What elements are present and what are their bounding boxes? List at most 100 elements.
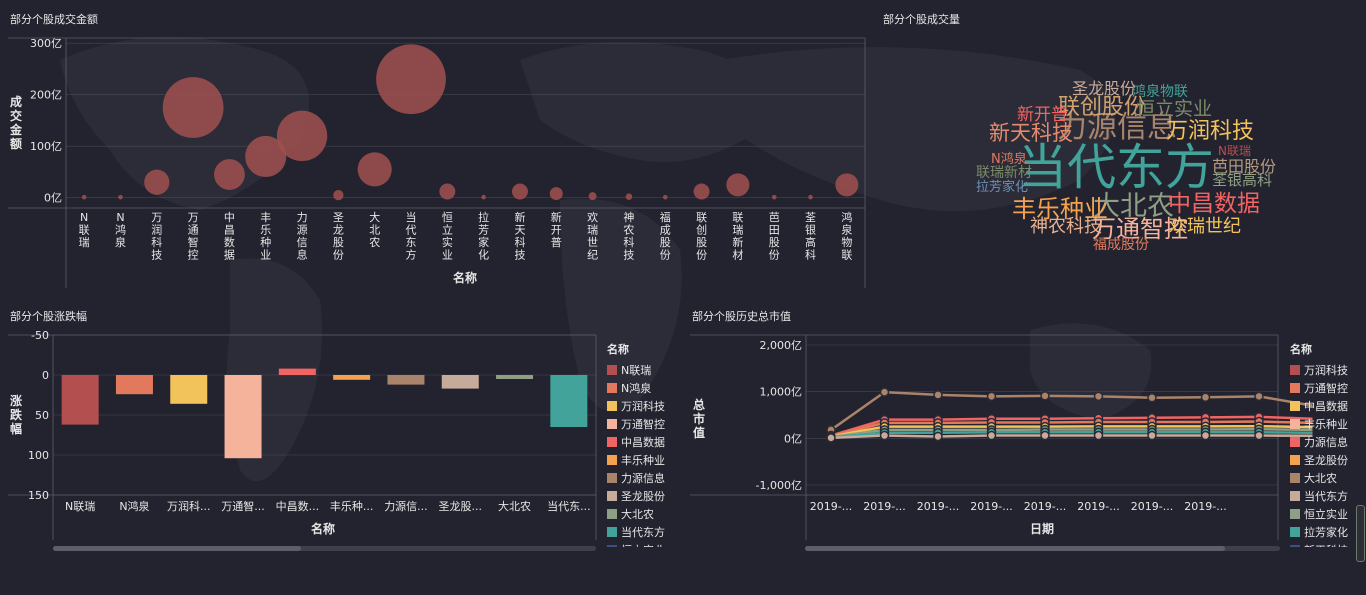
amount-bubble[interactable] (439, 183, 456, 200)
amount-bubble[interactable] (625, 193, 633, 200)
word-cloud-item[interactable]: 神农科技 (1030, 218, 1102, 236)
market-series-line[interactable] (830, 434, 1313, 440)
market-legend-swatch[interactable] (1290, 401, 1300, 411)
amount-bubble[interactable] (588, 192, 597, 201)
market-legend-swatch[interactable] (1290, 383, 1300, 393)
market-legend-label[interactable]: 万通智控 (1304, 381, 1348, 395)
word-cloud-item[interactable]: 欢瑞世纪 (1169, 218, 1241, 236)
word-cloud-item[interactable]: N联瑞 (1218, 145, 1251, 157)
amount-bubble[interactable] (808, 194, 813, 200)
word-cloud-item[interactable]: 万润科技 (1166, 121, 1254, 143)
market-point[interactable] (1093, 391, 1104, 402)
market-legend-swatch[interactable] (1290, 527, 1300, 537)
change-legend-swatch[interactable] (607, 419, 617, 429)
amount-bubble[interactable] (726, 173, 750, 197)
market-legend-label[interactable]: 大北农 (1304, 471, 1337, 485)
change-chart-scrollbar[interactable] (53, 546, 596, 551)
change-legend-label[interactable]: 万通智控 (621, 417, 665, 431)
change-legend-label[interactable]: 力源信息 (621, 471, 665, 485)
change-legend-label[interactable]: 圣龙股份 (621, 490, 665, 503)
market-point[interactable] (1254, 391, 1264, 402)
market-legend-label[interactable]: 丰乐种业 (1304, 417, 1348, 431)
market-legend-label[interactable]: 万润科技 (1304, 363, 1348, 377)
market-point[interactable] (1040, 430, 1050, 441)
market-legend-swatch[interactable] (1290, 437, 1300, 447)
market-point[interactable] (1200, 392, 1211, 403)
amount-bubble[interactable] (481, 194, 486, 200)
market-chart-scrollbar[interactable] (805, 546, 1280, 551)
amount-bubble[interactable] (835, 173, 859, 197)
word-cloud-item[interactable]: 鸿泉物联 (1132, 85, 1188, 99)
change-bar[interactable] (496, 375, 534, 379)
change-bar[interactable] (441, 375, 479, 389)
change-legend-swatch[interactable] (607, 509, 617, 519)
amount-bubble[interactable] (357, 152, 392, 187)
change-legend-label[interactable]: 当代东方 (621, 525, 665, 539)
change-bar[interactable] (387, 375, 425, 385)
change-legend-swatch[interactable] (607, 545, 617, 547)
market-legend-label[interactable]: 力源信息 (1304, 435, 1348, 449)
change-bar[interactable] (224, 375, 262, 459)
amount-bubble[interactable] (144, 169, 170, 195)
change-bar[interactable] (170, 375, 208, 404)
word-cloud-item[interactable]: 荃银高科 (1212, 173, 1272, 188)
change-legend-label[interactable]: 中昌数据 (621, 435, 665, 449)
market-legend-label[interactable]: 恒立实业 (1304, 507, 1348, 521)
change-bar[interactable] (550, 375, 588, 427)
change-legend-swatch[interactable] (607, 473, 617, 483)
market-legend-label[interactable]: 当代东方 (1304, 489, 1348, 503)
word-cloud-item[interactable]: 联创股份 (1058, 97, 1146, 119)
change-legend-swatch[interactable] (607, 437, 617, 447)
change-legend-label[interactable]: 万润科技 (621, 399, 665, 413)
word-cloud-item[interactable]: 中昌数据 (1168, 193, 1260, 216)
word-cloud-item[interactable]: 新天科技 (989, 123, 1073, 144)
word-cloud-item[interactable]: 福成股份 (1093, 238, 1149, 252)
market-legend-swatch[interactable] (1290, 473, 1300, 483)
amount-bubble[interactable] (376, 44, 446, 115)
word-cloud-item[interactable]: 圣龙股份 (1072, 81, 1136, 97)
market-legend-label[interactable]: 拉芳家化 (1304, 525, 1348, 539)
word-cloud-item[interactable]: 新开普 (1017, 107, 1068, 124)
market-point[interactable] (1147, 430, 1157, 441)
change-legend-label[interactable]: N鸿泉 (621, 381, 651, 395)
amount-bubble[interactable] (549, 187, 563, 201)
change-bar[interactable] (333, 375, 371, 380)
change-bar[interactable] (115, 375, 153, 395)
legend-scrollbar[interactable] (1356, 505, 1365, 562)
market-point[interactable] (933, 431, 943, 442)
amount-bubble[interactable] (214, 159, 245, 190)
market-scroll-thumb[interactable] (805, 546, 1225, 551)
change-bar[interactable] (278, 368, 316, 375)
amount-bubble[interactable] (662, 194, 668, 200)
amount-bubble[interactable] (162, 77, 224, 138)
market-point[interactable] (1093, 430, 1104, 441)
amount-bubble[interactable] (81, 194, 87, 200)
market-legend-swatch[interactable] (1290, 491, 1300, 501)
change-legend-swatch[interactable] (607, 527, 617, 537)
market-legend-swatch[interactable] (1290, 509, 1300, 519)
market-point[interactable] (986, 391, 997, 402)
word-cloud-item[interactable]: 当代东方 (1018, 143, 1214, 192)
change-legend-label[interactable]: 恒立实业 (621, 543, 665, 547)
change-legend-swatch[interactable] (607, 401, 617, 411)
word-cloud-item[interactable]: 恒立实业 (1136, 100, 1212, 119)
change-legend-swatch[interactable] (607, 455, 617, 465)
market-series-line[interactable] (830, 390, 1313, 431)
change-legend-label[interactable]: 大北农 (621, 507, 654, 521)
market-legend-swatch[interactable] (1290, 419, 1300, 429)
change-legend-label[interactable]: N联瑞 (621, 363, 651, 377)
market-point[interactable] (1147, 392, 1157, 403)
market-legend-label[interactable]: 新天科技 (1304, 543, 1348, 547)
market-point[interactable] (986, 430, 997, 441)
word-cloud-item[interactable]: 联瑞新材 (976, 166, 1032, 180)
change-legend-swatch[interactable] (607, 365, 617, 375)
change-scroll-thumb[interactable] (53, 546, 301, 551)
amount-bubble[interactable] (118, 194, 123, 200)
amount-bubble[interactable] (693, 183, 710, 200)
market-point[interactable] (1254, 430, 1264, 441)
market-legend-label[interactable]: 圣龙股份 (1304, 454, 1348, 467)
market-point[interactable] (1040, 391, 1050, 401)
change-legend-swatch[interactable] (607, 491, 617, 501)
word-cloud-item[interactable]: 拉芳家化 (976, 181, 1028, 194)
market-point[interactable] (879, 430, 890, 441)
